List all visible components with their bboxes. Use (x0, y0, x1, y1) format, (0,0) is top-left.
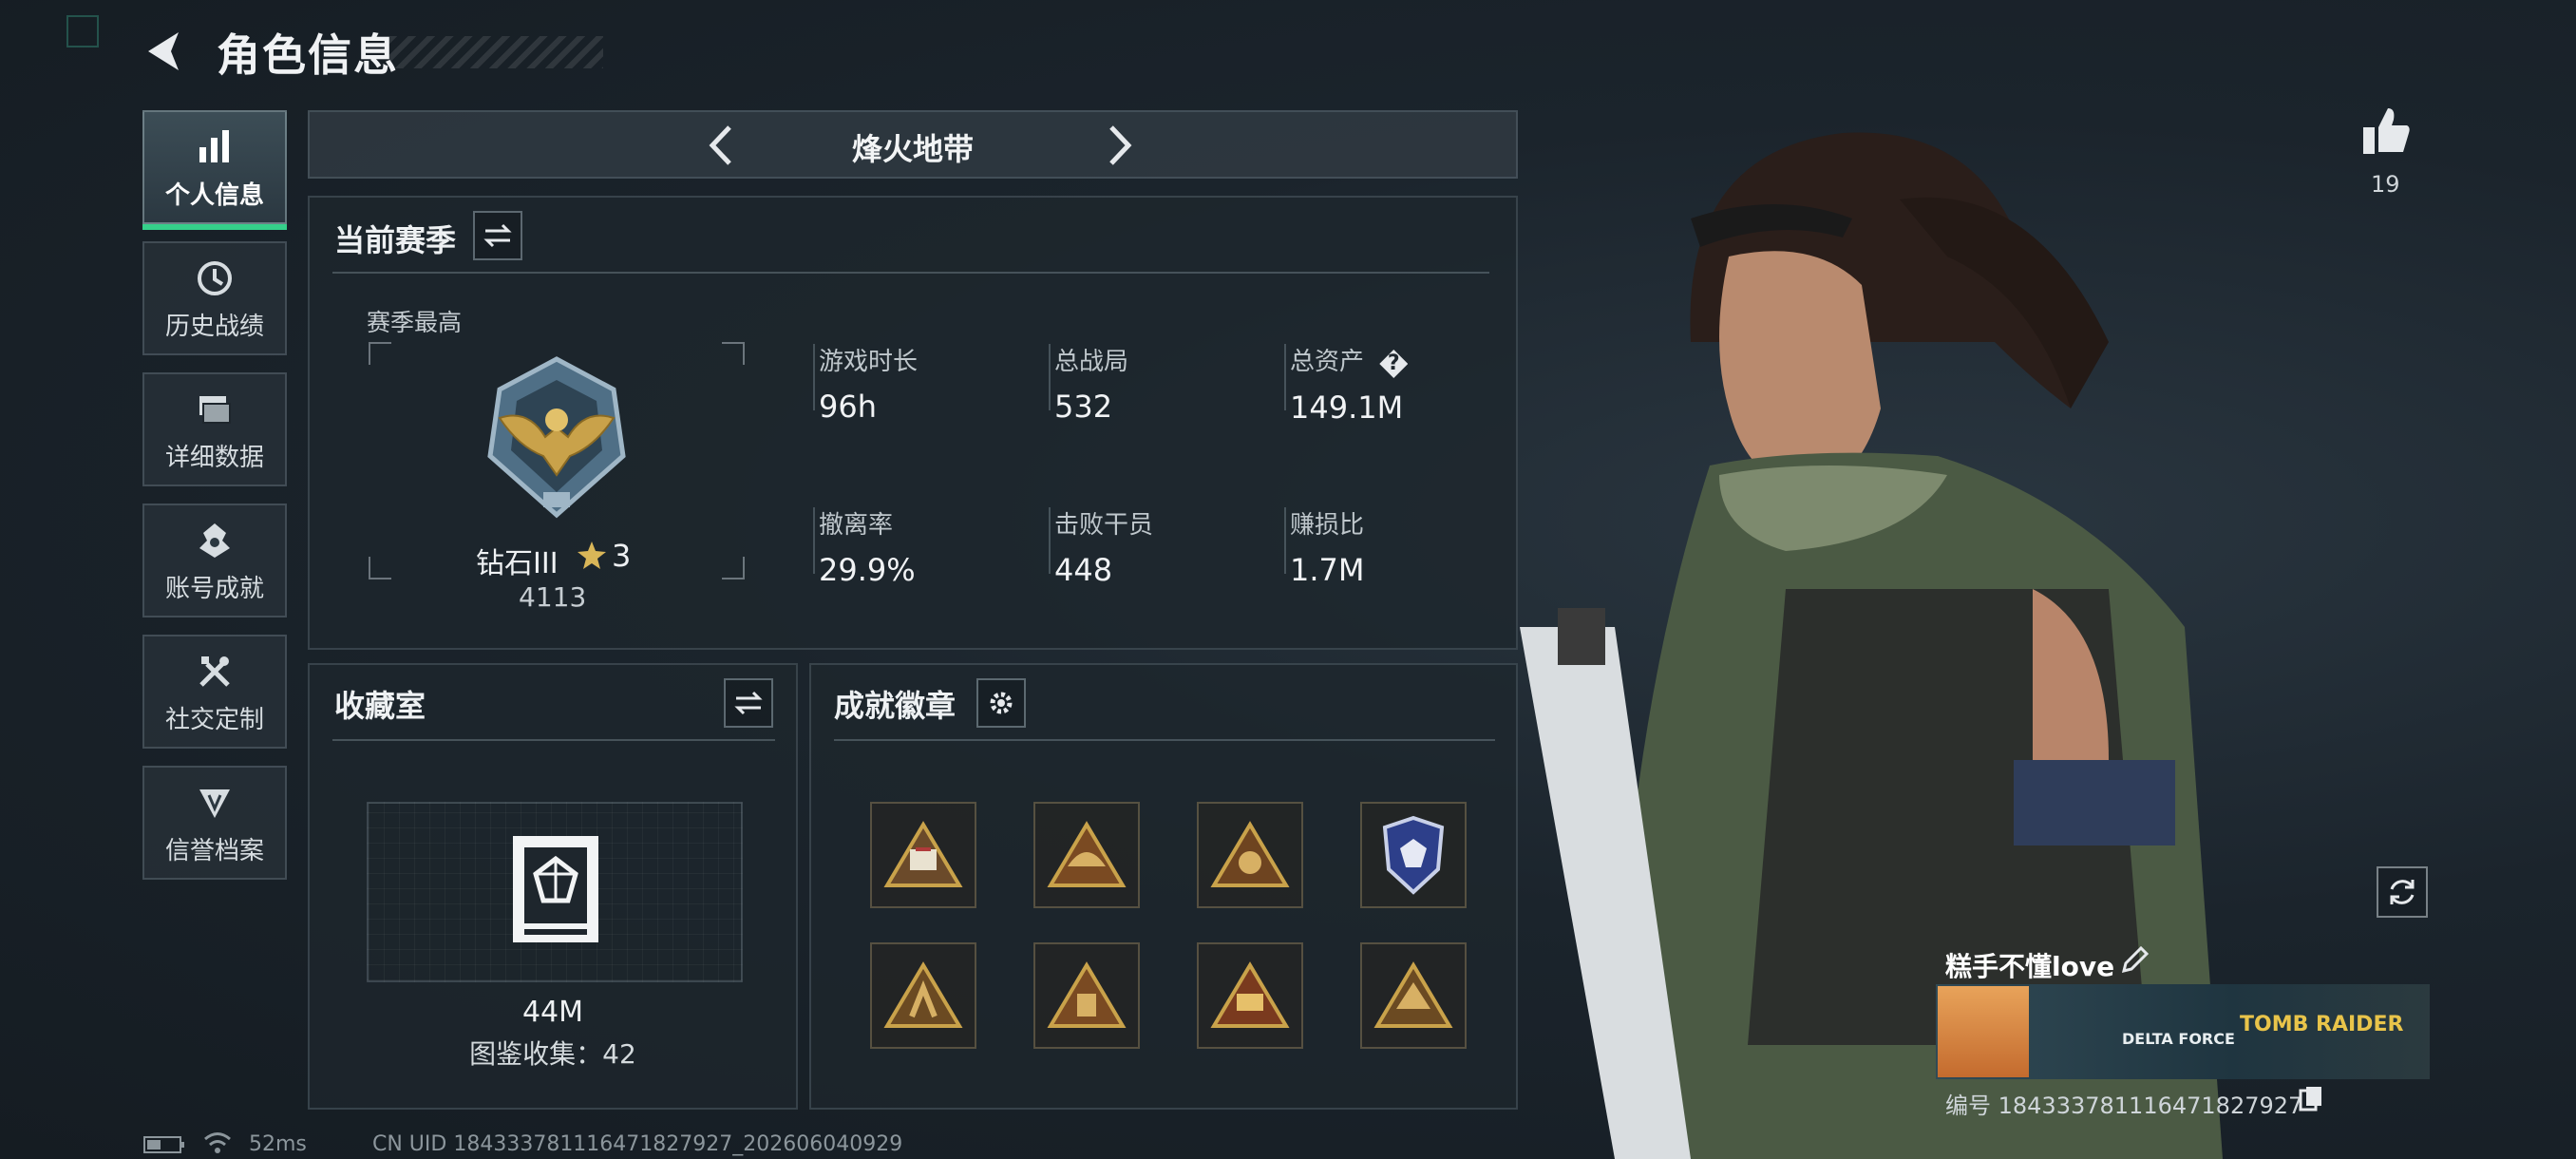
shield-badge-icon (1382, 815, 1445, 895)
history-clock-icon (198, 261, 232, 295)
gear-icon (990, 692, 1013, 714)
folder-icon (199, 396, 231, 424)
season-switch-button[interactable] (473, 211, 522, 260)
badge-slot[interactable] (1197, 802, 1303, 908)
badge-icon (1047, 821, 1127, 887)
sidebar-item-personal-info[interactable]: 个人信息 (142, 110, 287, 230)
badge-slot[interactable] (1360, 942, 1467, 1049)
divider (834, 739, 1495, 741)
badge-slot[interactable] (1360, 802, 1467, 908)
banner-logo-text: TOMB RAIDER (2240, 1013, 2404, 1036)
sidebar-item-label: 社交定制 (164, 706, 264, 734)
corner-decoration (66, 15, 99, 48)
stat-extraction-rate: 撤离率 29.9% (819, 511, 916, 588)
collection-count: 图鉴收集：42 (469, 1038, 636, 1070)
sidebar-item-social-custom[interactable]: 社交定制 (142, 635, 287, 749)
copy-icon[interactable] (2299, 1085, 2323, 1112)
badge-slot[interactable] (870, 942, 976, 1049)
back-arrow-icon[interactable] (141, 27, 190, 76)
page-title: 角色信息 (217, 29, 399, 81)
banner-logo-text: DELTA FORCE (2122, 1030, 2235, 1048)
badge-icon (1373, 961, 1453, 1028)
achievement-icon (199, 523, 230, 558)
sidebar-item-achievements[interactable]: 账号成就 (142, 504, 287, 618)
rank-emblem-icon (487, 356, 626, 519)
collection-value: 44M (521, 996, 584, 1029)
badge-slot[interactable] (870, 802, 976, 908)
title-decoration (389, 36, 603, 68)
stat-play-time: 游戏时长 96h (819, 348, 919, 425)
badge-icon (883, 961, 963, 1028)
badge-icon (1210, 961, 1290, 1028)
season-panel: 当前赛季 赛季最高 钻石III 3 4113 游戏时长96h 总战局532 (308, 196, 1518, 650)
badge-slot[interactable] (1033, 802, 1140, 908)
badge-icon (1210, 821, 1290, 887)
divider (332, 739, 775, 741)
sidebar-item-label: 详细数据 (164, 444, 264, 472)
refresh-icon (2390, 880, 2415, 904)
collection-title: 收藏室 (334, 688, 426, 724)
rank-score: 4113 (519, 581, 587, 613)
uid-readout: CN UID 184333781116471827927_20260604092… (372, 1132, 903, 1156)
vault-icon (513, 836, 598, 942)
battery-icon (143, 1136, 184, 1153)
like-count: 19 (2371, 171, 2400, 198)
ping-readout: 52ms (249, 1132, 307, 1156)
badges-title: 成就徽章 (834, 688, 957, 724)
badge-slot[interactable] (1033, 942, 1140, 1049)
badge-slot[interactable] (1197, 942, 1303, 1049)
tools-icon (199, 656, 230, 687)
help-icon[interactable]: ? (1379, 350, 1409, 378)
badges-settings-button[interactable] (976, 678, 1026, 728)
stat-total-matches: 总战局 532 (1054, 348, 1129, 425)
collection-switch-button[interactable] (724, 678, 773, 728)
sidebar-item-label: 信誉档案 (164, 837, 264, 865)
vault-preview (367, 802, 743, 982)
divider (332, 272, 1489, 274)
refresh-button[interactable] (2377, 866, 2428, 918)
swap-arrows-icon (734, 691, 763, 715)
edit-pencil-icon[interactable] (2118, 944, 2150, 977)
bar-chart-icon (199, 130, 229, 162)
chevron-right-icon[interactable] (1096, 122, 1142, 169)
sidebar-item-label: 个人信息 (164, 181, 264, 210)
thumbs-up-icon[interactable] (2359, 104, 2413, 158)
stat-profit-loss: 赚损比 1.7M (1290, 511, 1365, 588)
rank-star-count: 3 (612, 538, 632, 574)
sidebar-item-history[interactable]: 历史战绩 (142, 241, 287, 355)
player-name: 糕手不懂love (1945, 951, 2115, 982)
sidebar-item-label: 账号成就 (164, 575, 264, 603)
season-best-label: 赛季最高 (367, 309, 463, 336)
badge-icon (883, 821, 963, 887)
stat-operators-defeated: 击败干员 448 (1054, 511, 1154, 588)
sidebar-item-label: 历史战绩 (164, 313, 264, 341)
badges-panel: 成就徽章 (809, 663, 1518, 1110)
badge-icon (1047, 961, 1127, 1028)
wifi-icon (204, 1132, 231, 1153)
credit-shield-icon (199, 789, 230, 818)
avatar[interactable] (1938, 986, 2029, 1077)
player-id: 编号 184333781116471827927 (1945, 1092, 2303, 1119)
collection-panel[interactable]: 收藏室 44M 图鉴收集：42 (308, 663, 798, 1110)
swap-arrows-icon (483, 223, 512, 248)
season-title: 当前赛季 (334, 222, 457, 258)
sidebar-item-detail-data[interactable]: 详细数据 (142, 372, 287, 486)
rank-name: 钻石III (476, 547, 559, 580)
mode-selector: 烽火地带 (308, 110, 1518, 179)
mode-name: 烽火地带 (851, 131, 974, 167)
sidebar-item-credit-record[interactable]: 信誉档案 (142, 766, 287, 880)
star-icon (578, 542, 606, 569)
stat-total-assets: 总资产 ? 149.1M (1290, 342, 1409, 426)
